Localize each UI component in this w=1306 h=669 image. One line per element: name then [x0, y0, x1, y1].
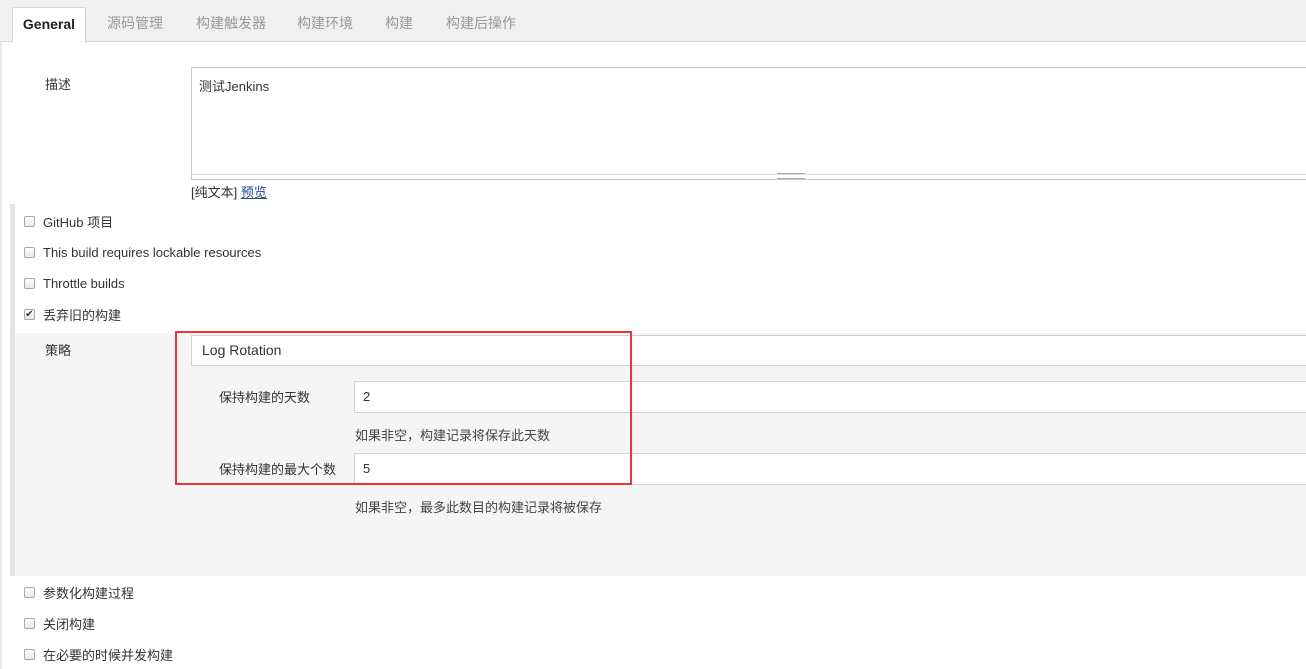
option-throttle-builds[interactable]: Throttle builds [24, 273, 125, 293]
textarea-bottom-line [192, 174, 1306, 175]
check-mark-icon: ✔ [25, 308, 34, 320]
checkbox[interactable] [24, 648, 35, 660]
description-textarea[interactable]: 测试Jenkins [191, 67, 1306, 180]
checkbox[interactable] [24, 215, 35, 227]
checkbox-checked[interactable]: ✔ [24, 308, 35, 320]
checkbox[interactable] [24, 617, 35, 629]
option-discard-old-builds[interactable]: ✔ 丢弃旧的构建 [24, 304, 121, 324]
option-concurrent-builds[interactable]: 在必要的时候并发构建 [24, 644, 173, 664]
option-parameterized-build[interactable]: 参数化构建过程 [24, 582, 134, 602]
format-hint: [纯文本] 预览 [191, 182, 267, 201]
plain-text-label: [纯文本] [191, 185, 238, 200]
tab-post-build[interactable]: 构建后操作 [436, 7, 526, 42]
description-label: 描述 [45, 77, 72, 92]
option-label: Throttle builds [43, 275, 125, 291]
max-builds-hint: 如果非空，最多此数目的构建记录将被保存 [355, 500, 603, 515]
highlight-box [175, 331, 632, 485]
checkbox[interactable] [24, 277, 35, 289]
option-lockable-resources[interactable]: This build requires lockable resources [24, 242, 261, 262]
option-github-project[interactable]: GitHub 项目 [24, 211, 113, 231]
tab-build[interactable]: 构建 [377, 7, 421, 42]
tab-bar: General 源码管理 构建触发器 构建环境 构建 构建后操作 [0, 0, 1306, 43]
checkbox[interactable] [24, 246, 35, 258]
option-label: 关闭构建 [43, 616, 96, 632]
strategy-label: 策略 [45, 343, 72, 358]
resize-grip-icon[interactable] [777, 173, 805, 179]
option-label: This build requires lockable resources [43, 244, 262, 260]
option-label: GitHub 项目 [43, 214, 114, 230]
description-value: 测试Jenkins [199, 79, 270, 94]
page-left-border [0, 42, 2, 669]
preview-link[interactable]: 预览 [241, 185, 267, 200]
checkbox[interactable] [24, 586, 35, 598]
tab-build-environment[interactable]: 构建环境 [287, 7, 363, 42]
option-label: 在必要的时候并发构建 [43, 647, 174, 663]
tab-build-triggers[interactable]: 构建触发器 [186, 7, 276, 42]
tab-general[interactable]: General [12, 7, 86, 43]
option-label: 参数化构建过程 [43, 585, 135, 601]
option-disable-build[interactable]: 关闭构建 [24, 613, 95, 633]
tab-source-control[interactable]: 源码管理 [98, 7, 172, 42]
option-label: 丢弃旧的构建 [43, 307, 122, 323]
